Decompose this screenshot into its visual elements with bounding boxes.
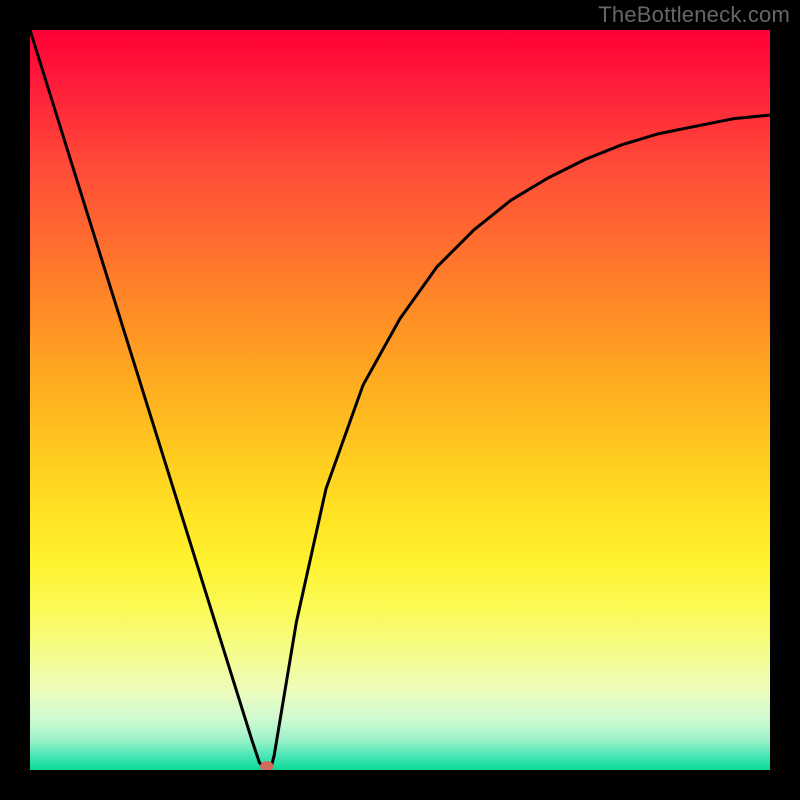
- plot-area: [30, 30, 770, 770]
- curve-layer: [30, 30, 770, 770]
- chart-frame: TheBottleneck.com: [0, 0, 800, 800]
- watermark-text: TheBottleneck.com: [598, 2, 790, 28]
- bottleneck-curve: [30, 30, 770, 770]
